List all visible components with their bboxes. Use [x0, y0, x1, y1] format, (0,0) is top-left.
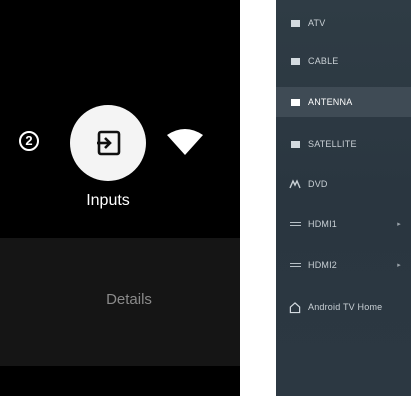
source-item-hdmi2[interactable]: HDMI2 ▸ [276, 250, 411, 280]
source-item-dvd[interactable]: DVD [276, 169, 411, 199]
source-item-atv[interactable]: ATV [276, 8, 411, 38]
tv-icon [289, 96, 301, 108]
source-item-android-tv-home[interactable]: Android TV Home [276, 292, 411, 322]
source-item-label: HDMI2 [308, 260, 338, 270]
source-item-hdmi1[interactable]: HDMI1 ▸ [276, 209, 411, 239]
hdmi-icon [289, 259, 301, 271]
inputs-label: Inputs [86, 192, 130, 209]
source-item-label: ATV [308, 18, 326, 28]
source-item-label: CABLE [308, 56, 339, 66]
tv-icon [289, 17, 301, 29]
quick-settings-panel: 2 Inputs Details [0, 0, 240, 396]
input-source-list: ATV CABLE ANTENNA SATELLITE DVD HDMI1 ▸ … [276, 0, 411, 396]
source-item-label: SATELLITE [308, 139, 357, 149]
details-label: Details [106, 291, 152, 308]
source-item-cable[interactable]: CABLE [276, 46, 411, 76]
home-icon [289, 301, 301, 313]
inputs-button[interactable] [70, 105, 146, 181]
notification-count-badge[interactable]: 2 [19, 131, 39, 151]
chevron-right-icon: ▸ [397, 262, 401, 269]
chevron-right-icon: ▸ [397, 221, 401, 228]
source-item-label: Android TV Home [308, 302, 383, 312]
source-item-label: HDMI1 [308, 219, 338, 229]
hdmi-icon [289, 218, 301, 230]
source-item-label: DVD [308, 179, 328, 189]
tv-icon [289, 55, 301, 67]
wifi-icon[interactable] [165, 126, 205, 156]
source-item-antenna[interactable]: ANTENNA [276, 87, 411, 117]
source-item-satellite[interactable]: SATELLITE [276, 129, 411, 159]
dvd-icon [289, 178, 301, 190]
input-source-icon [93, 130, 121, 156]
source-item-label: ANTENNA [308, 97, 353, 107]
tv-icon [289, 138, 301, 150]
